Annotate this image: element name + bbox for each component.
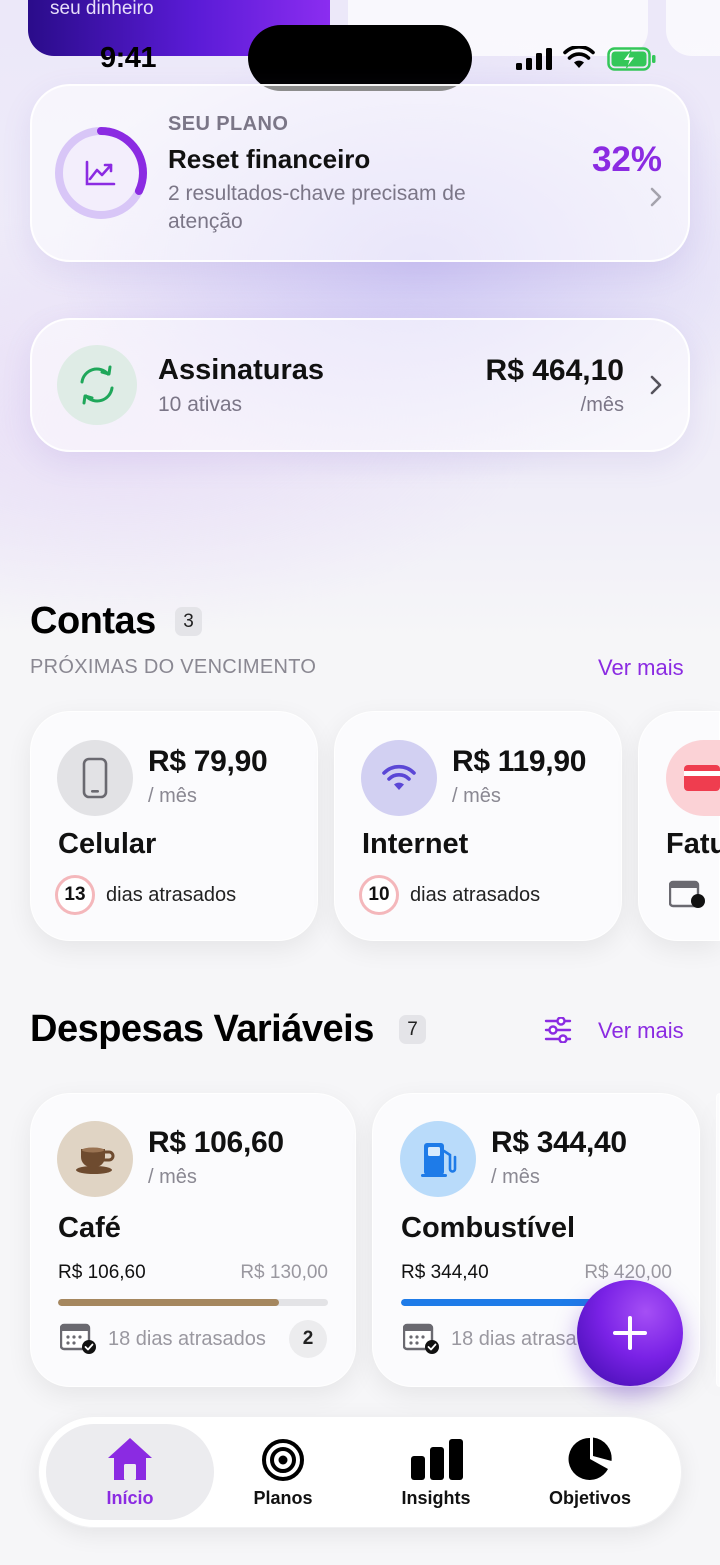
bill-period: / mês <box>148 785 197 807</box>
subscriptions-period: /mês <box>580 394 624 416</box>
chevron-right-icon <box>650 187 662 207</box>
tab-label: Início <box>106 1488 154 1508</box>
wifi-status-icon <box>563 46 595 68</box>
expense-name: Combustível <box>401 1212 576 1244</box>
expense-progress-fill <box>58 1299 280 1306</box>
pie-chart-icon <box>568 1437 612 1480</box>
tab-inicio[interactable]: Início <box>46 1424 214 1520</box>
plan-percent: 32% <box>591 140 662 179</box>
refresh-icon <box>80 365 114 405</box>
home-icon <box>108 1438 152 1480</box>
bill-amount: R$ 119,90 <box>452 745 587 778</box>
tab-insights[interactable]: Insights <box>362 1424 510 1520</box>
overdue-days-badge: 13 <box>55 875 95 915</box>
contas-title: Contas <box>30 600 156 642</box>
chevron-right-icon <box>650 375 662 395</box>
tab-planos[interactable]: Planos <box>214 1424 352 1520</box>
top-balance-card-label: seu dinheiro <box>50 0 154 19</box>
expense-spent: R$ 344,40 <box>401 1262 489 1283</box>
tab-objetivos[interactable]: Objetivos <box>520 1424 660 1520</box>
credit-card-icon <box>684 765 720 791</box>
bill-icon-circle <box>57 740 133 816</box>
fuel-icon <box>421 1143 457 1177</box>
dynamic-island <box>248 25 472 91</box>
despesas-see-more-link[interactable]: Ver mais <box>598 1018 684 1044</box>
calendar-check-icon <box>60 1323 96 1354</box>
battery-charging-icon <box>607 47 656 71</box>
contas-kicker: PRÓXIMAS DO VENCIMENTO <box>30 656 317 678</box>
coffee-icon <box>76 1147 115 1174</box>
despesas-count-badge: 7 <box>399 1015 426 1044</box>
expense-amount: R$ 106,60 <box>148 1126 284 1159</box>
expense-name: Café <box>58 1212 121 1244</box>
contas-see-more-link[interactable]: Ver mais <box>598 655 684 681</box>
expense-period: / mês <box>148 1166 197 1188</box>
tab-label: Insights <box>401 1488 471 1508</box>
overdue-days-badge: 10 <box>359 875 399 915</box>
plan-kicker: SEU PLANO <box>168 113 289 135</box>
subscriptions-title: Assinaturas <box>158 354 325 386</box>
bill-name: Celular <box>58 828 157 860</box>
expense-amount: R$ 344,40 <box>491 1126 627 1159</box>
bill-name: Internet <box>362 828 469 860</box>
wifi-icon <box>382 764 416 790</box>
calendar-check-icon <box>669 880 705 908</box>
bill-amount: R$ 79,90 <box>148 745 268 778</box>
expense-period: / mês <box>491 1166 540 1188</box>
bar-chart-icon <box>411 1439 463 1480</box>
despesas-title: Despesas Variáveis <box>30 1008 374 1050</box>
subscriptions-subtitle: 10 ativas <box>158 393 243 416</box>
bill-icon-circle <box>361 740 437 816</box>
plan-progress-ring <box>55 127 147 219</box>
tab-label: Objetivos <box>548 1488 632 1508</box>
expense-footer: 18 dias atrasados <box>108 1328 266 1350</box>
plan-title: Reset financeiro <box>168 144 371 174</box>
expense-icon-circle <box>400 1121 476 1197</box>
expense-spent: R$ 106,60 <box>58 1262 146 1283</box>
phone-icon <box>82 757 108 799</box>
expense-icon-circle <box>57 1121 133 1197</box>
expense-limit: R$ 130,00 <box>240 1262 328 1283</box>
plan-subtitle: 2 resultados-chave precisam de atenção <box>168 182 466 233</box>
plus-icon <box>613 1316 647 1350</box>
tab-label: Planos <box>253 1488 313 1508</box>
cellular-signal-icon <box>516 48 552 70</box>
bill-period: / mês <box>452 785 501 807</box>
overdue-days-label: dias atrasados <box>106 884 237 906</box>
subscriptions-icon-circle <box>57 345 137 425</box>
target-icon <box>262 1439 304 1481</box>
expense-progress-bar <box>58 1299 328 1306</box>
expense-count-pill: 2 <box>289 1320 327 1358</box>
contas-count-badge: 3 <box>175 607 202 636</box>
status-time: 9:41 <box>100 42 157 74</box>
filter-sliders-icon[interactable] <box>544 1017 572 1043</box>
expense-card-next[interactable] <box>716 1093 720 1387</box>
subscriptions-amount: R$ 464,10 <box>485 354 624 387</box>
overdue-days-label: dias atrasados <box>410 884 541 906</box>
bill-name: Fatu <box>666 828 720 860</box>
calendar-check-icon <box>403 1323 439 1354</box>
top-card-tertiary[interactable] <box>666 0 720 56</box>
add-button[interactable] <box>577 1280 683 1386</box>
